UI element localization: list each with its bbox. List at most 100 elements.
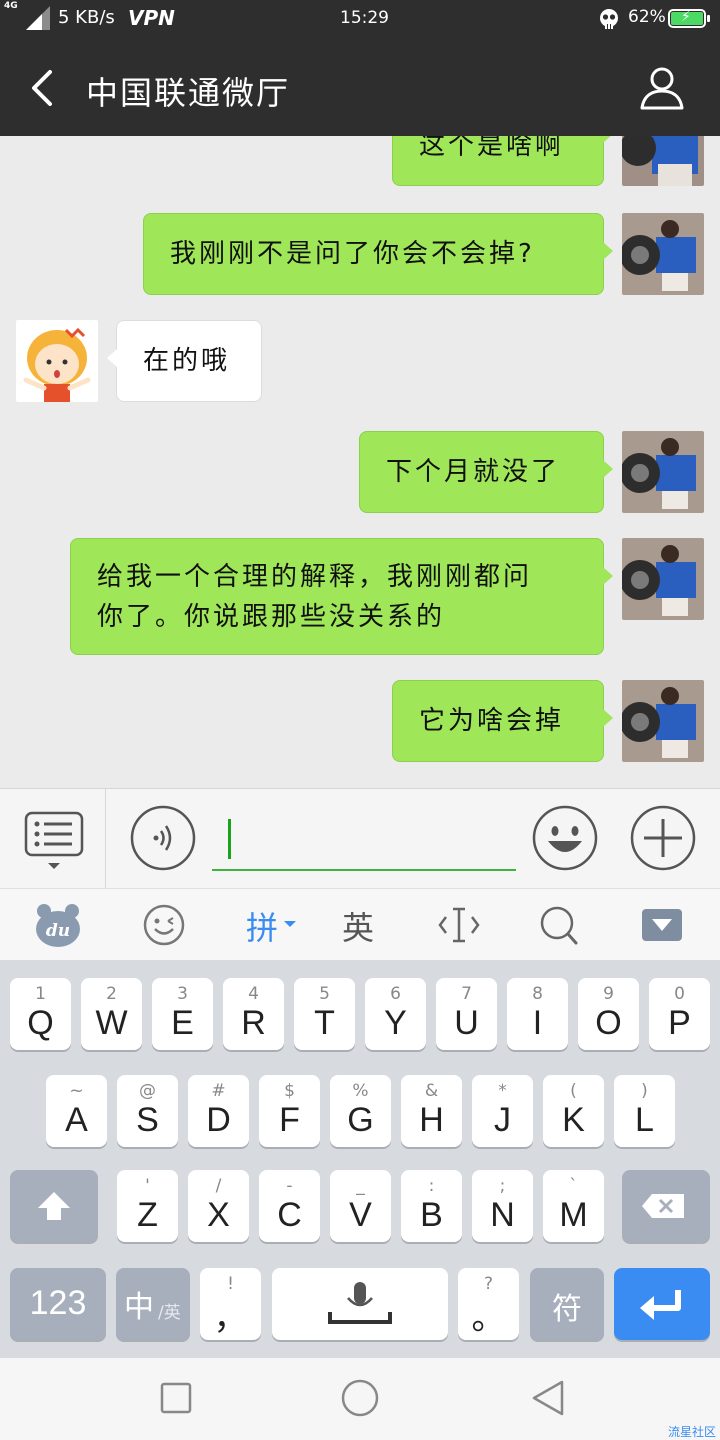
- key-o[interactable]: 9O: [578, 978, 639, 1050]
- message-text-line: 给我一个合理的解释，我刚刚都问: [97, 562, 533, 592]
- clock: 15:29: [340, 8, 389, 28]
- microphone-icon: [328, 1282, 392, 1324]
- emoji-face-icon[interactable]: [142, 901, 186, 949]
- key-e[interactable]: 3E: [152, 978, 213, 1050]
- chat-area[interactable]: 这个是啥啊 我刚刚不是问了你会不会掉? 在的哦 下个月就没了 给我一个合理的解释…: [0, 136, 720, 788]
- key-q[interactable]: 1Q: [10, 978, 71, 1050]
- message-bubble[interactable]: 我刚刚不是问了你会不会掉?: [143, 213, 613, 295]
- key-label: R: [241, 1004, 266, 1042]
- message-bubble[interactable]: 在的哦: [107, 320, 262, 402]
- svg-text:du: du: [46, 921, 70, 941]
- user-avatar[interactable]: [622, 213, 704, 295]
- key-h[interactable]: & H: [401, 1075, 462, 1147]
- message-bubble[interactable]: 它为啥会掉: [392, 680, 613, 762]
- key-n[interactable]: ; N: [472, 1170, 533, 1242]
- backspace-key[interactable]: [622, 1170, 710, 1242]
- enter-key[interactable]: [614, 1268, 710, 1340]
- key-hint: 5: [319, 984, 330, 1004]
- hide-keyboard-icon[interactable]: [640, 901, 684, 949]
- key-hint: ): [641, 1081, 648, 1101]
- watermark: 流星社区: [667, 1425, 716, 1439]
- key-v[interactable]: _ V: [330, 1170, 391, 1242]
- key-u[interactable]: 7U: [436, 978, 497, 1050]
- key-z[interactable]: ' Z: [117, 1170, 178, 1242]
- message-bubble[interactable]: 这个是啥啊: [392, 136, 613, 186]
- cursor-icon[interactable]: [436, 901, 482, 949]
- plus-icon[interactable]: [630, 805, 696, 871]
- key-g[interactable]: % G: [330, 1075, 391, 1147]
- vpn-indicator: VPN: [128, 6, 175, 30]
- language-switch-key[interactable]: 中 /英: [116, 1268, 190, 1340]
- key-label: F: [279, 1101, 300, 1139]
- key-j[interactable]: * J: [472, 1075, 533, 1147]
- key-b[interactable]: :B: [401, 1170, 462, 1242]
- profile-icon[interactable]: [638, 64, 686, 112]
- key-m[interactable]: ` M: [543, 1170, 604, 1242]
- key-k[interactable]: (K: [543, 1075, 604, 1147]
- recent-apps-icon[interactable]: [156, 1378, 196, 1418]
- symbol-key[interactable]: 符: [530, 1268, 604, 1340]
- network-speed: 5 KB/s: [58, 7, 115, 28]
- key-y[interactable]: 6Y: [365, 978, 426, 1050]
- key-hint: 8: [532, 984, 543, 1004]
- key-label: M: [559, 1196, 588, 1234]
- key-i[interactable]: 8I: [507, 978, 568, 1050]
- number-mode-key[interactable]: 123: [10, 1268, 106, 1340]
- key-c[interactable]: -C: [259, 1170, 320, 1242]
- key-l[interactable]: ) L: [614, 1075, 675, 1147]
- key-hint: ;: [499, 1176, 506, 1196]
- back-icon[interactable]: [24, 64, 64, 112]
- search-icon[interactable]: [536, 901, 582, 949]
- user-avatar[interactable]: [622, 538, 704, 620]
- key-hint: /: [215, 1176, 222, 1196]
- key-w[interactable]: 2W: [81, 978, 142, 1050]
- menu-icon: [24, 811, 84, 869]
- bot-avatar[interactable]: [16, 320, 98, 402]
- key-label: B: [420, 1196, 443, 1234]
- key-hint: %: [352, 1081, 369, 1101]
- back-nav-icon[interactable]: [528, 1378, 568, 1418]
- key-label: Z: [137, 1196, 158, 1234]
- user-avatar[interactable]: [622, 431, 704, 513]
- skull-icon: [600, 9, 618, 29]
- shift-key[interactable]: [10, 1170, 98, 1242]
- key-hint: -: [286, 1176, 293, 1196]
- message-bubble[interactable]: 给我一个合理的解释，我刚刚都问 你了。你说跟那些没关系的: [70, 538, 613, 655]
- key-s[interactable]: @ S: [117, 1075, 178, 1147]
- key-f[interactable]: $ F: [259, 1075, 320, 1147]
- enter-icon: [640, 1290, 681, 1320]
- user-avatar[interactable]: [622, 680, 704, 762]
- home-icon[interactable]: [340, 1378, 380, 1418]
- key-t[interactable]: 5T: [294, 978, 355, 1050]
- key-hint: /英: [158, 1303, 181, 1323]
- key-x[interactable]: / X: [188, 1170, 249, 1242]
- user-avatar[interactable]: [622, 136, 704, 186]
- key-label: X: [207, 1196, 230, 1234]
- space-key[interactable]: [272, 1268, 448, 1340]
- message-text: 下个月就没了: [386, 457, 561, 487]
- message-bubble[interactable]: 下个月就没了: [359, 431, 613, 513]
- menu-toggle-button[interactable]: [0, 789, 106, 889]
- voice-icon[interactable]: [130, 805, 196, 871]
- key-hint: @: [139, 1081, 156, 1101]
- message-text: 它为啥会掉: [419, 706, 565, 736]
- key-d[interactable]: # D: [188, 1075, 249, 1147]
- period-key[interactable]: ? 。: [458, 1268, 519, 1340]
- pinyin-mode-button[interactable]: 拼: [246, 903, 278, 949]
- message-text: 这个是啥啊: [419, 136, 565, 161]
- key-label: G: [347, 1101, 374, 1139]
- key-label: N: [490, 1196, 515, 1234]
- comma-key[interactable]: ! ，: [200, 1268, 261, 1340]
- key-label: Y: [384, 1004, 407, 1042]
- english-mode-button[interactable]: 英: [342, 903, 374, 949]
- key-hint: #: [211, 1081, 226, 1101]
- key-r[interactable]: 4R: [223, 978, 284, 1050]
- key-a[interactable]: ~ A: [46, 1075, 107, 1147]
- emoji-icon[interactable]: [532, 805, 598, 871]
- message-input[interactable]: [212, 809, 516, 871]
- baidu-du-icon[interactable]: du: [34, 901, 82, 949]
- key-label: 123: [29, 1284, 87, 1322]
- chevron-down-icon: [284, 921, 296, 927]
- key-hint: `: [569, 1176, 578, 1196]
- key-p[interactable]: 0P: [649, 978, 710, 1050]
